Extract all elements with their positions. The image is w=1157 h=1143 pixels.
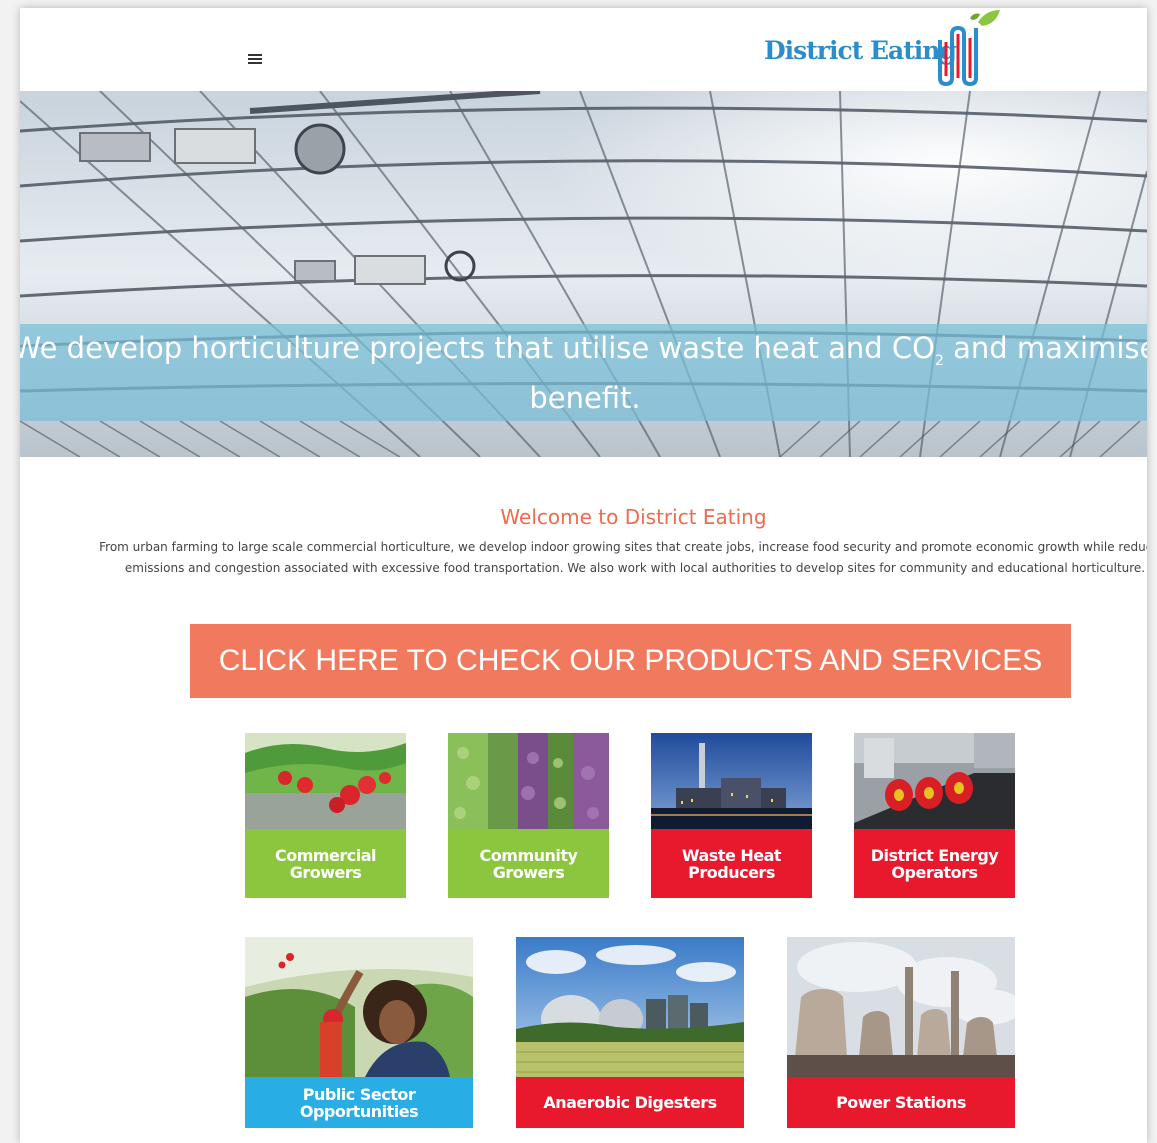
- tile-label: Power Stations: [787, 1077, 1015, 1128]
- hero-banner: We develop horticulture projects that ut…: [20, 91, 1147, 457]
- anaerobic-digester-image: [516, 937, 744, 1077]
- tile-power-stations[interactable]: Power Stations: [787, 937, 1015, 1128]
- girl-picking-berries-image: [245, 937, 473, 1077]
- tile-label: District Energy Operators: [854, 829, 1015, 898]
- tile-waste-heat-producers[interactable]: Waste Heat Producers: [651, 733, 812, 898]
- site-logo[interactable]: District Eating: [762, 8, 1022, 90]
- hero-headline: We develop horticulture projects that ut…: [20, 331, 1147, 415]
- tile-district-energy-operators[interactable]: District Energy Operators: [854, 733, 1015, 898]
- tile-label: Waste Heat Producers: [651, 829, 812, 898]
- welcome-title: Welcome to District Eating: [500, 505, 767, 529]
- tile-label: Commercial Growers: [245, 829, 406, 898]
- vertical-garden-image: [448, 733, 609, 829]
- site-header: District Eating: [20, 8, 1147, 91]
- power-station-cooling-towers-image: [787, 937, 1015, 1077]
- tile-anaerobic-digesters[interactable]: Anaerobic Digesters: [516, 937, 744, 1128]
- logo-pipe-icon: [938, 10, 1000, 87]
- insulated-pipes-image: [854, 733, 1015, 829]
- tile-public-sector-opportunities[interactable]: Public Sector Opportunities: [245, 937, 473, 1128]
- welcome-body: From urban farming to large scale commer…: [99, 540, 1147, 575]
- tile-commercial-growers[interactable]: Commercial Growers: [245, 733, 406, 898]
- tile-label: Anaerobic Digesters: [516, 1077, 744, 1128]
- tile-label: Public Sector Opportunities: [245, 1077, 473, 1128]
- power-plant-night-image: [651, 733, 812, 829]
- tile-label: Community Growers: [448, 829, 609, 898]
- hamburger-menu-icon[interactable]: [248, 52, 264, 66]
- page: District Eating We develop horticulture …: [20, 8, 1147, 1143]
- strawberries-image: [245, 733, 406, 829]
- logo-text: District Eating: [764, 36, 957, 65]
- tile-community-growers[interactable]: Community Growers: [448, 733, 609, 898]
- products-services-button[interactable]: CLICK HERE TO CHECK OUR PRODUCTS AND SER…: [190, 624, 1071, 698]
